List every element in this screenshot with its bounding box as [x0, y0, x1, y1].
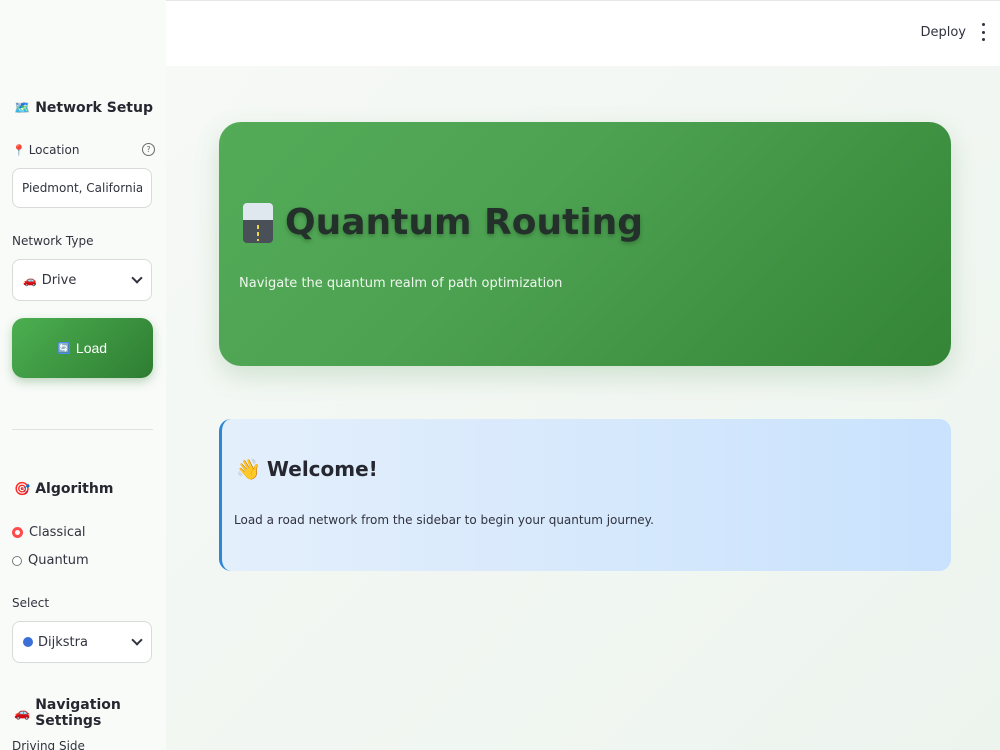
map-icon: 🗺️ — [14, 100, 31, 116]
hero-title-text: Quantum Routing — [285, 202, 644, 243]
algorithm-select-value: Dijkstra — [23, 635, 88, 650]
radio-quantum[interactable]: Quantum — [12, 553, 89, 568]
deploy-button[interactable]: Deploy — [920, 25, 966, 40]
car-icon: 🚗 — [14, 705, 31, 721]
blue-circle-icon — [23, 637, 33, 647]
load-button[interactable]: 🔄 Load — [12, 318, 153, 378]
network-setup-heading: 🗺️ Network Setup — [14, 100, 153, 116]
algorithm-select[interactable]: Dijkstra — [12, 621, 152, 663]
kebab-dot — [981, 30, 985, 34]
target-icon: 🎯 — [14, 481, 31, 497]
pin-icon: 📍 — [12, 143, 26, 157]
car-icon: 🚗 — [23, 273, 37, 287]
algorithm-title: Algorithm — [35, 481, 114, 497]
welcome-text: Load a road network from the sidebar to … — [234, 513, 654, 527]
radio-classical[interactable]: Classical — [12, 525, 86, 540]
kebab-dot — [981, 23, 985, 26]
chevron-down-icon — [131, 634, 143, 646]
welcome-card: 👋 Welcome! Load a road network from the … — [219, 419, 951, 571]
algorithm-selected: Dijkstra — [38, 634, 88, 650]
algorithm-heading: 🎯 Algorithm — [14, 481, 113, 497]
location-label-text: Location — [28, 143, 80, 157]
welcome-title-text: Welcome! — [266, 457, 378, 481]
radio-quantum-label: Quantum — [28, 553, 89, 568]
road-icon — [243, 202, 273, 243]
kebab-dot — [981, 38, 985, 41]
sidebar: 🗺️ Network Setup 📍 Location ? Network Ty… — [0, 0, 167, 750]
chevron-down-icon — [131, 272, 143, 284]
navigation-settings-heading: 🚗 Navigation Settings — [14, 697, 166, 729]
radio-unselected-icon[interactable] — [12, 555, 22, 566]
hero-banner: Quantum Routing Navigate the quantum rea… — [219, 122, 951, 366]
driving-side-label: Driving Side — [12, 739, 85, 750]
location-label: 📍 Location — [12, 143, 79, 157]
network-setup-title: Network Setup — [35, 100, 153, 116]
navigation-settings-title: Navigation Settings — [35, 697, 121, 729]
hero-subtitle: Navigate the quantum realm of path optim… — [239, 276, 563, 291]
sidebar-divider — [12, 429, 153, 430]
select-label: Select — [12, 596, 50, 610]
radio-classical-label: Classical — [29, 525, 86, 540]
refresh-icon: 🔄 — [57, 342, 70, 354]
network-type-select[interactable]: 🚗 Drive — [12, 259, 152, 301]
location-input[interactable] — [12, 168, 152, 208]
network-type-selected: Drive — [41, 272, 77, 288]
topbar: Deploy — [166, 0, 1000, 67]
help-icon[interactable]: ? — [142, 143, 155, 156]
wave-icon: 👋 — [236, 457, 261, 481]
more-menu-icon[interactable] — [978, 23, 988, 41]
load-button-label: Load — [75, 340, 108, 356]
network-type-value: 🚗 Drive — [23, 273, 76, 288]
welcome-title: 👋 Welcome! — [236, 457, 378, 481]
hero-title: Quantum Routing — [243, 202, 643, 243]
radio-selected-icon[interactable] — [12, 527, 23, 538]
network-type-label: Network Type — [12, 234, 94, 248]
